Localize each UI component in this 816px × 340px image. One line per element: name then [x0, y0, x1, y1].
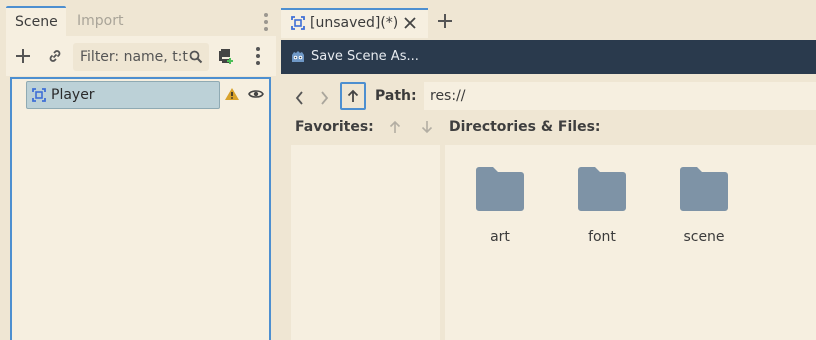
folder-item-art[interactable]: art — [460, 167, 540, 257]
tree-item-label: Player — [51, 87, 95, 103]
scene-toolbar: Filter: name, t:t — [6, 36, 276, 76]
warning-icon[interactable] — [224, 87, 240, 101]
dock-tab-bar: Scene Import — [0, 0, 281, 36]
attach-script-button[interactable] — [214, 44, 238, 68]
filter-input[interactable]: Filter: name, t:t — [73, 43, 209, 71]
path-label: Path: — [375, 88, 417, 104]
add-node-button[interactable] — [11, 44, 35, 68]
scene-tab-bar: [unsaved](*) — [281, 0, 816, 40]
visibility-eye-icon[interactable] — [248, 88, 264, 100]
tree-item-player[interactable]: Player — [26, 81, 220, 109]
node-2d-icon — [291, 16, 305, 30]
plus-icon — [16, 49, 30, 63]
favorite-move-down-icon[interactable] — [421, 120, 433, 134]
tab-scene[interactable]: Scene — [6, 6, 66, 36]
godot-logo-icon — [292, 51, 304, 62]
instance-scene-button[interactable] — [43, 44, 67, 68]
chevron-right-icon — [321, 91, 329, 105]
scene-tree: Player — [10, 77, 271, 340]
dialog-title-bar[interactable]: Save Scene As... — [281, 40, 816, 74]
back-button[interactable] — [289, 86, 311, 110]
folder-item-scene[interactable]: scene — [664, 167, 744, 257]
directories-files-label: Directories & Files: — [449, 119, 601, 135]
search-icon — [189, 50, 203, 64]
add-scene-tab-icon[interactable] — [437, 13, 453, 29]
node-2d-icon — [32, 88, 46, 102]
link-icon — [49, 50, 61, 62]
tab-import[interactable]: Import — [68, 6, 132, 36]
scene-dock: Scene Import Filter: name, t:t Player — [0, 0, 281, 340]
tab-unsaved-scene[interactable]: [unsaved](*) — [281, 8, 428, 38]
dialog-title: Save Scene As... — [311, 49, 419, 64]
folder-name: art — [490, 229, 510, 245]
folder-icon — [680, 167, 728, 211]
folder-name: scene — [683, 229, 725, 245]
folder-icon — [578, 167, 626, 211]
path-input[interactable]: res:// — [424, 82, 816, 110]
folder-item-font[interactable]: font — [562, 167, 642, 257]
favorites-list[interactable] — [291, 145, 440, 340]
dialog-body: Path: res:// Favorites: Directories & Fi… — [281, 74, 816, 340]
favorite-move-up-icon[interactable] — [389, 120, 401, 134]
scene-tab-label: [unsaved](*) — [310, 15, 399, 31]
script-add-icon — [219, 49, 233, 64]
arrow-up-icon — [347, 89, 359, 102]
go-up-button[interactable] — [340, 82, 366, 110]
more-options-icon[interactable] — [250, 47, 266, 65]
close-icon[interactable] — [403, 16, 417, 30]
dock-options-icon[interactable] — [258, 13, 274, 31]
forward-button[interactable] — [313, 86, 335, 110]
chevron-left-icon — [295, 91, 303, 105]
folder-icon — [476, 167, 524, 211]
save-scene-dialog: Save Scene As... Path: res:// Favorites:… — [281, 40, 816, 340]
folder-name: font — [588, 229, 616, 245]
favorites-label: Favorites: — [295, 119, 374, 135]
filter-placeholder: Filter: name, t:t — [80, 49, 188, 65]
files-grid: art font scene — [445, 145, 816, 340]
